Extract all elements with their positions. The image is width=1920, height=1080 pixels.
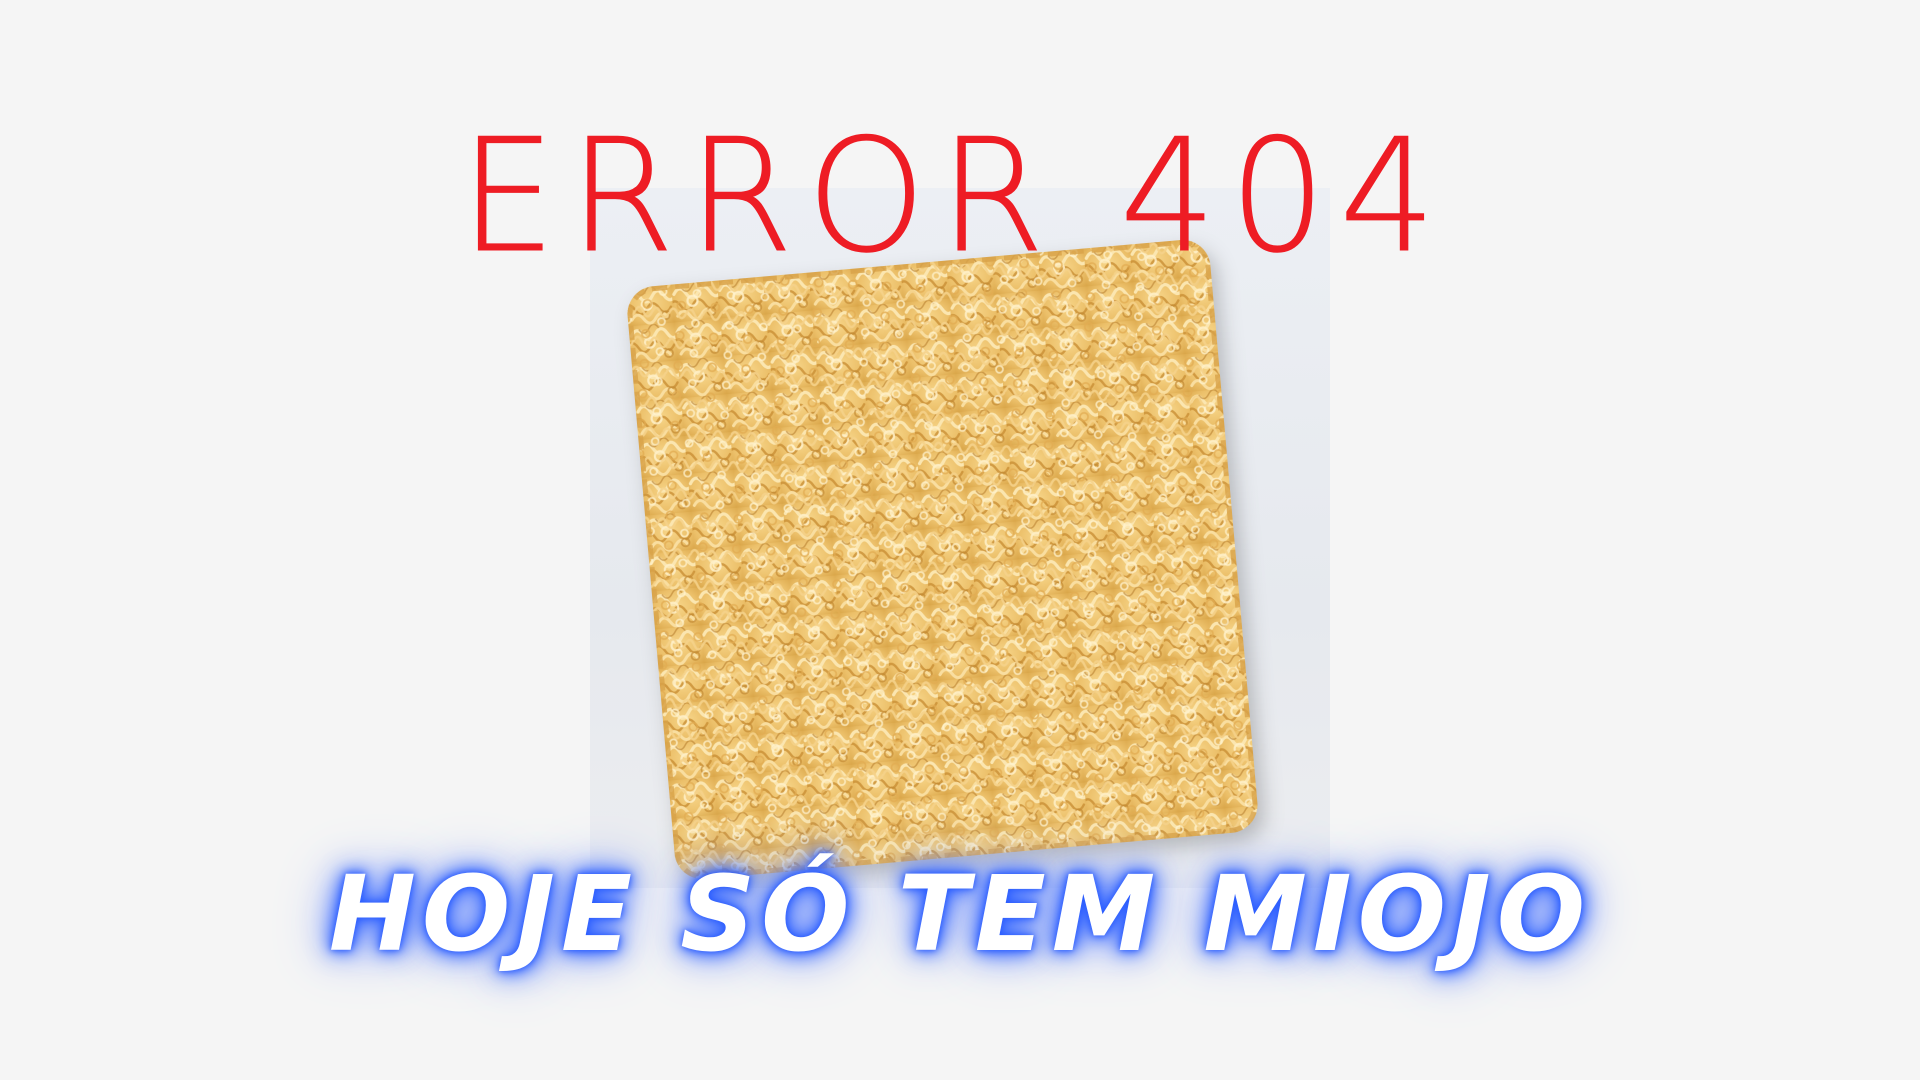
noodle-block-image (625, 237, 1260, 882)
error-page: ERROR 404 HOJE SÓ TEM MIOJO (0, 0, 1920, 1080)
error-heading: ERROR 404 (460, 105, 1450, 287)
tagline-text: HOJE SÓ TEM MIOJO (328, 853, 1592, 975)
noodle-illustration (625, 237, 1260, 882)
